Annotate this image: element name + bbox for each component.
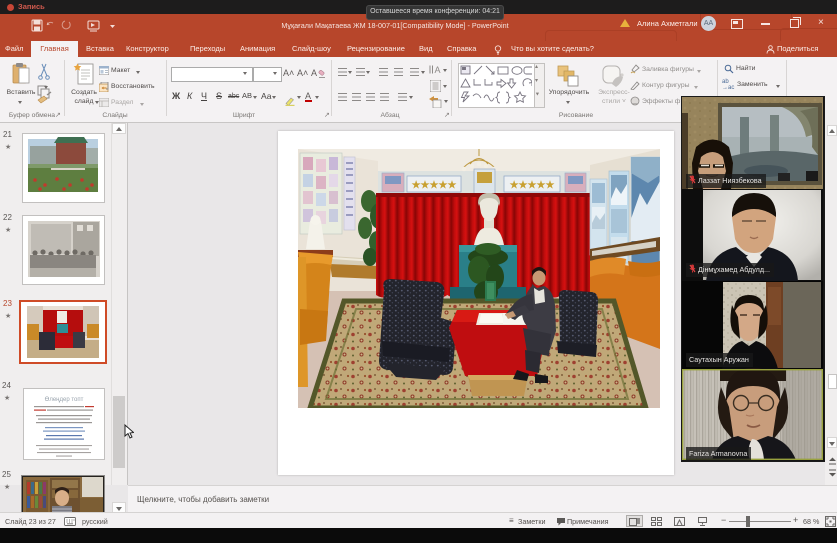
svg-text:★★★★★: ★★★★★: [412, 180, 457, 191]
svg-text:A: A: [435, 65, 441, 75]
svg-text:Өлеңдер топт: Өлеңдер топт: [45, 397, 84, 403]
svg-text:★★★★★: ★★★★★: [510, 180, 555, 191]
